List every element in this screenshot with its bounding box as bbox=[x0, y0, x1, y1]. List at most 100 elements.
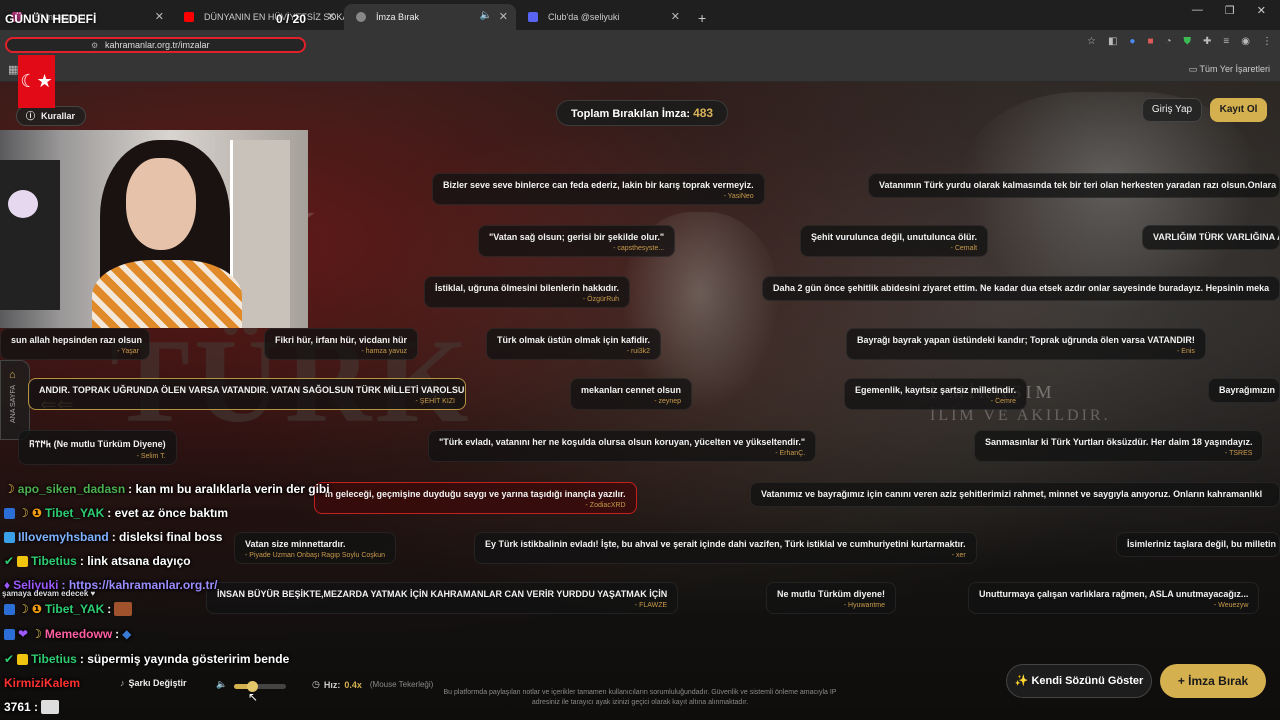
url-text: kahramanlar.org.tr/imzalar bbox=[105, 40, 210, 50]
new-tab-button[interactable]: + bbox=[688, 10, 716, 30]
close-tab-icon[interactable]: ✕ bbox=[155, 10, 164, 23]
turkish-flag-icon: ☾★ bbox=[18, 55, 55, 108]
close-tab-icon[interactable]: ✕ bbox=[671, 10, 680, 23]
site-info-icon[interactable]: ⚙ bbox=[91, 40, 98, 52]
badge-icon bbox=[4, 507, 15, 519]
speaker-icon[interactable]: 🔈 bbox=[480, 10, 492, 21]
signature-note[interactable]: mekanları cennet olsun - zeynep bbox=[570, 378, 693, 410]
signature-note[interactable]: Vatan size minnettardır. - Piyade Uzman O… bbox=[234, 532, 397, 564]
note-text: Daha 2 gün önce şehitlik abidesini ziyar… bbox=[773, 283, 1270, 293]
chat-username: Illovemyhsband bbox=[18, 530, 109, 544]
bookmark-star-icon[interactable]: ☆ bbox=[1087, 36, 1096, 47]
close-tab-icon[interactable]: ✕ bbox=[327, 10, 336, 23]
minimize-icon[interactable]: — bbox=[1192, 4, 1203, 17]
note-text: ANDIR. TOPRAK UĞRUNDA ÖLEN VARSA VATANDI… bbox=[39, 385, 466, 395]
shield-icon[interactable]: ⛊ bbox=[1184, 36, 1192, 47]
moon-badge-icon: ☽ bbox=[18, 602, 29, 616]
shelf-decoration bbox=[0, 160, 60, 310]
signature-note[interactable]: VARLIĞIM TÜRK VARLIĞINA A bbox=[1142, 225, 1280, 250]
chat-username: Tibet_YAK bbox=[44, 602, 105, 616]
signature-note[interactable]: Bayrağımızın bbox=[1208, 378, 1280, 403]
chat-text: : link atsana dayıço bbox=[79, 554, 191, 568]
extension-icon[interactable]: ◔ bbox=[1165, 36, 1171, 47]
signature-note[interactable]: sun allah hepsinden razı olsun - Yaşar bbox=[0, 328, 150, 360]
viewer-count-text: 3761 : bbox=[4, 700, 39, 714]
note-author: - ZodiacXRD bbox=[585, 502, 626, 509]
signature-note[interactable]: Ne mutlu Türküm diyene! - Hyuwantme bbox=[766, 582, 897, 614]
streamer-body bbox=[92, 260, 242, 328]
signature-note[interactable]: ANDIR. TOPRAK UĞRUNDA ÖLEN VARSA VATANDI… bbox=[28, 378, 466, 410]
profile-icon[interactable]: ◉ bbox=[1241, 36, 1250, 47]
note-author: - TSRES bbox=[1224, 450, 1253, 457]
emote-icon: ◆ bbox=[122, 627, 132, 641]
signature-note[interactable]: İstiklal, uğruna ölmesini bilenlerin hak… bbox=[424, 276, 631, 308]
signature-note[interactable]: Türk olmak üstün olmak için kafidir. - ru… bbox=[486, 328, 662, 360]
volume-icon[interactable]: 🔈 bbox=[216, 679, 227, 690]
note-text: Sanmasınlar ki Türk Yurtları öksüzdür. H… bbox=[985, 437, 1253, 447]
signature-note[interactable]: in geleceği, geçmişine duyduğu saygı ve … bbox=[314, 482, 637, 514]
check-badge-icon: ✔ bbox=[4, 554, 15, 568]
signature-note[interactable]: Fikri hür, irfanı hür, vicdanı hür - hamz… bbox=[264, 328, 419, 360]
tab-youtube[interactable]: DÜNYANIN EN HÜVİYETSİZ SOKAĞ... ✕ bbox=[172, 4, 344, 30]
note-text: in geleceği, geçmişine duyduğu saygı ve … bbox=[325, 489, 626, 499]
speed-control[interactable]: ◷ Hız: 0.4x (Mouse Tekerleği) bbox=[312, 679, 433, 690]
heart-badge-icon: ❤ bbox=[18, 627, 29, 641]
leave-signature-button[interactable]: + İmza Bırak bbox=[1160, 664, 1266, 698]
home-icon: ⌂ bbox=[9, 369, 16, 381]
signature-note[interactable]: Şehit vurulunca değil, unutulunca ölür. -… bbox=[800, 225, 989, 257]
extension-icon[interactable]: ◧ bbox=[1108, 36, 1117, 47]
login-button[interactable]: Giriş Yap bbox=[1142, 98, 1202, 122]
signature-note[interactable]: Bizler seve seve binlerce can feda ederi… bbox=[432, 173, 765, 205]
signature-note[interactable]: Vatanımın Türk yurdu olarak kalmasında t… bbox=[868, 173, 1280, 198]
note-author: - Weuezyw bbox=[1213, 602, 1249, 609]
tab-club[interactable]: Club'da @seliyuki ✕ bbox=[516, 4, 688, 30]
emote-icon bbox=[41, 700, 60, 714]
side-tab-label: ANA SAYFA bbox=[10, 385, 17, 423]
signature-note[interactable]: İNSAN BÜYÜR BEŞİKTE,MEZARDA YATMAK İÇİN … bbox=[206, 582, 679, 614]
chat-text: : kan mı bu aralıklarla verin der gibi bbox=[128, 482, 330, 496]
volume-slider[interactable] bbox=[234, 681, 286, 692]
close-window-icon[interactable]: ✕ bbox=[1257, 4, 1266, 17]
rules-button[interactable]: ⓘ Kurallar bbox=[16, 106, 87, 126]
signature-note[interactable]: Sanmasınlar ki Türk Yurtları öksüzdür. H… bbox=[974, 430, 1264, 462]
change-song-button[interactable]: ♪ Şarkı Değiştir bbox=[120, 678, 187, 688]
menu-dots-icon[interactable]: ⋮ bbox=[1262, 36, 1272, 47]
youtube-icon bbox=[184, 12, 194, 22]
all-bookmarks-button[interactable]: ▭ Tüm Yer İşaretleri bbox=[1189, 64, 1270, 75]
extension-icon[interactable]: ● bbox=[1129, 36, 1135, 47]
streamer-face bbox=[126, 158, 196, 250]
apps-grid-icon[interactable]: ▦ bbox=[8, 63, 18, 76]
note-author: - zeynep bbox=[654, 398, 682, 405]
signature-note[interactable]: Vatanımız ve bayrağımız için canını vere… bbox=[750, 482, 1280, 507]
note-text: Fikri hür, irfanı hür, vicdanı hür bbox=[275, 335, 408, 345]
show-own-note-button[interactable]: ✨ Kendi Sözünü Göster bbox=[1006, 664, 1152, 698]
register-button[interactable]: Kayıt Ol bbox=[1210, 98, 1267, 122]
chat-username: Tibet_YAK bbox=[44, 506, 105, 520]
signature-note[interactable]: Egemenlik, kayıtsız şartsız milletindir.… bbox=[844, 378, 1028, 410]
tab-imza-birak[interactable]: İmza Bırak 🔈 ✕ bbox=[344, 4, 516, 30]
puzzle-icon[interactable]: ✚ bbox=[1203, 36, 1211, 47]
extension-icon[interactable]: ■ bbox=[1147, 36, 1153, 47]
signature-note[interactable]: Daha 2 gün önce şehitlik abidesini ziyar… bbox=[762, 276, 1280, 301]
chat-extra-line: şamaya devam edecek ♥ bbox=[2, 589, 96, 598]
signature-note[interactable]: Unutturmaya çalışan varlıklara rağmen, A… bbox=[968, 582, 1260, 614]
signature-note[interactable]: 𐱅𐰇𐰼𐰜 (Ne mutlu Türküm Diyene) - Selim T. bbox=[18, 430, 177, 465]
info-icon: ⓘ bbox=[26, 111, 36, 121]
note-text: Türk olmak üstün olmak için kafidir. bbox=[497, 335, 651, 345]
address-bar[interactable]: ⚙ kahramanlar.org.tr/imzalar bbox=[5, 37, 306, 53]
note-author: - YasiNeo bbox=[723, 193, 754, 200]
signature-note[interactable]: İsimleriniz taşlara değil, bu milletin bbox=[1116, 532, 1280, 557]
maximize-icon[interactable]: ❐ bbox=[1225, 4, 1235, 17]
signature-counter: Toplam Bırakılan İmza: 483 bbox=[556, 100, 729, 126]
note-text: 𐱅𐰇𐰼𐰜 (Ne mutlu Türküm Diyene) bbox=[29, 439, 166, 449]
speed-label: Hız: bbox=[323, 679, 341, 690]
signature-note[interactable]: "Türk evladı, vatanını her ne koşulda ol… bbox=[428, 430, 817, 462]
signature-note[interactable]: Ey Türk istikbalinin evladı! İşte, bu ah… bbox=[474, 532, 977, 564]
home-side-tab[interactable]: ⌂ ANA SAYFA bbox=[0, 360, 30, 440]
signature-note[interactable]: Bayrağı bayrak yapan üstündeki kandır; T… bbox=[846, 328, 1206, 360]
close-tab-icon[interactable]: ✕ bbox=[499, 10, 508, 23]
note-author: - Yaşar bbox=[117, 348, 139, 355]
signature-note[interactable]: "Vatan sağ olsun; gerisi bir şekilde olu… bbox=[478, 225, 676, 257]
chat-message: ✔ Tibetius : link atsana dayıço bbox=[4, 554, 191, 568]
media-icon[interactable]: ≡ bbox=[1223, 36, 1229, 47]
